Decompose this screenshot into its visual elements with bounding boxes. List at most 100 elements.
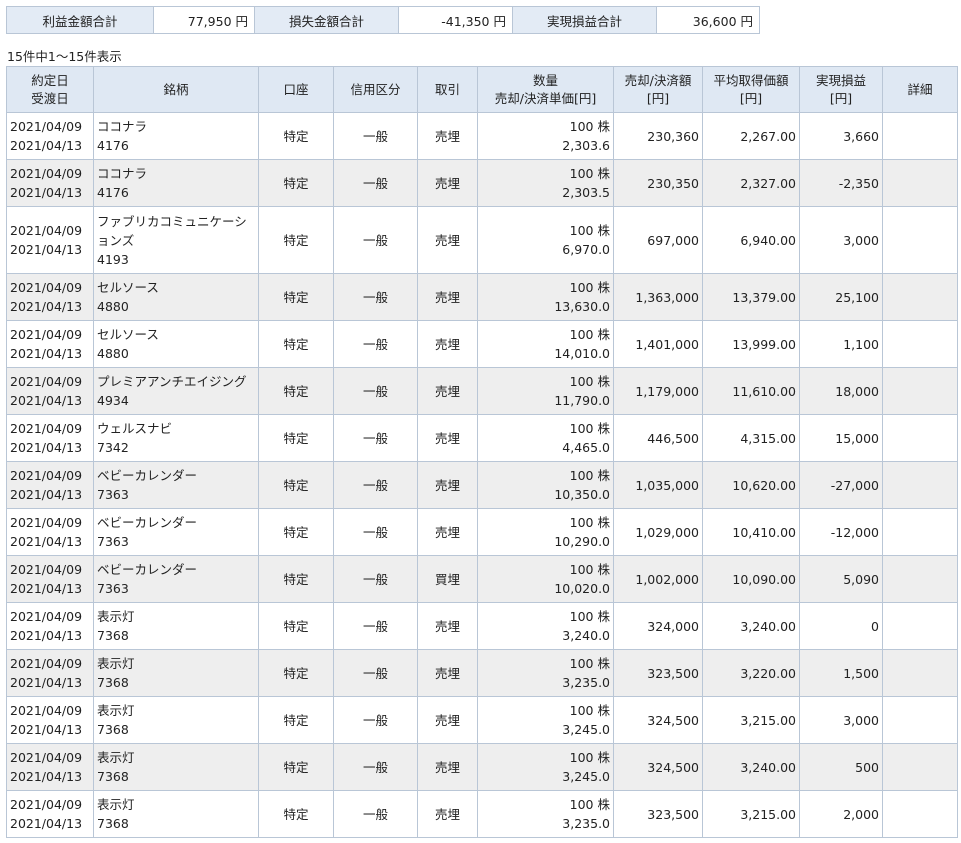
account-cell: 特定	[258, 602, 334, 650]
settle-date: 2021/04/13	[10, 487, 83, 502]
avg-cost-cell: 3,215.00	[702, 790, 800, 838]
credit-cell: 一般	[333, 743, 418, 791]
header-trade: 取引	[417, 66, 478, 113]
amount-cell: 1,002,000	[613, 555, 703, 603]
settle-date: 2021/04/13	[10, 299, 83, 314]
settle-date: 2021/04/13	[10, 722, 83, 737]
header-credit: 信用区分	[333, 66, 418, 113]
trade-cell: 売埋	[417, 112, 478, 160]
avg-cost-cell: 11,610.00	[702, 367, 800, 415]
unit-price: 3,240.0	[562, 628, 610, 643]
stock-cell: 表示灯 7368	[93, 649, 259, 697]
quantity: 100 株	[569, 119, 610, 134]
avg-cost-cell: 3,240.00	[702, 602, 800, 650]
date-cell: 2021/04/09 2021/04/13	[6, 743, 94, 791]
unit-price: 10,350.0	[554, 487, 610, 502]
header-detail: 詳細	[882, 66, 958, 113]
credit-cell: 一般	[333, 367, 418, 415]
detail-cell	[882, 555, 958, 603]
table-row: 2021/04/09 2021/04/13 表示灯 7368 特定 一般 売埋 100 株 3,…	[6, 696, 958, 744]
table-row: 2021/04/09 2021/04/13 ベビーカレンダー 7363 特定 一般 売埋 10…	[6, 461, 958, 509]
quantity-cell: 100 株 2,303.5	[477, 159, 614, 207]
stock-cell: ココナラ 4176	[93, 112, 259, 160]
realized-pl-cell: 15,000	[799, 414, 883, 462]
stock-code: 7363	[97, 487, 129, 502]
quantity-cell: 100 株 3,235.0	[477, 649, 614, 697]
date-cell: 2021/04/09 2021/04/13	[6, 649, 94, 697]
settle-date: 2021/04/13	[10, 242, 83, 257]
detail-cell	[882, 790, 958, 838]
amount-cell: 1,401,000	[613, 320, 703, 368]
loss-total-label: 損失金額合計	[254, 6, 399, 34]
credit-cell: 一般	[333, 508, 418, 556]
table-row: 2021/04/09 2021/04/13 ココナラ 4176 特定 一般 売埋 100 株2…	[6, 112, 958, 160]
date-cell: 2021/04/09 2021/04/13	[6, 508, 94, 556]
detail-cell	[882, 461, 958, 509]
amount-cell: 1,029,000	[613, 508, 703, 556]
result-count: 15件中1～15件表示	[7, 49, 122, 64]
avg-cost-cell: 10,410.00	[702, 508, 800, 556]
realized-pl-cell: 3,000	[799, 696, 883, 744]
trade-cell: 売埋	[417, 414, 478, 462]
avg-cost-cell: 2,327.00	[702, 159, 800, 207]
avg-cost-cell: 6,940.00	[702, 206, 800, 274]
unit-price: 2,303.6	[562, 138, 610, 153]
stock-code: 7368	[97, 675, 129, 690]
account-cell: 特定	[258, 273, 334, 321]
trade-cell: 売埋	[417, 508, 478, 556]
stock-code: 7342	[97, 440, 129, 455]
stock-cell: ココナラ 4176	[93, 159, 259, 207]
settle-date: 2021/04/13	[10, 628, 83, 643]
detail-cell	[882, 508, 958, 556]
amount-cell: 1,179,000	[613, 367, 703, 415]
stock-name: ベビーカレンダー	[97, 562, 198, 577]
header-account: 口座	[258, 66, 334, 113]
stock-name: ベビーカレンダー	[97, 468, 198, 483]
trade-cell: 売埋	[417, 743, 478, 791]
account-cell: 特定	[258, 790, 334, 838]
exec-date: 2021/04/09	[10, 327, 83, 342]
account-cell: 特定	[258, 112, 334, 160]
date-cell: 2021/04/09 2021/04/13	[6, 206, 94, 274]
header-realized-pl: 実現損益 [円]	[799, 66, 883, 113]
exec-date: 2021/04/09	[10, 562, 83, 577]
quantity: 100 株	[569, 280, 610, 295]
settle-date: 2021/04/13	[10, 185, 83, 200]
stock-name: セルソース	[97, 280, 159, 295]
header-amount: 売却/決済額 [円]	[613, 66, 703, 113]
stock-cell: ファブリカコミュニケーションズ 4193	[93, 206, 259, 274]
stock-code: 4176	[97, 185, 129, 200]
table-row: 2021/04/09 2021/04/13 表示灯 7368 特定 一般 売埋 100 株 3,…	[6, 602, 958, 650]
amount-cell: 1,035,000	[613, 461, 703, 509]
settle-date: 2021/04/13	[10, 440, 83, 455]
stock-name: ココナラ	[97, 166, 148, 181]
unit-price: 3,245.0	[562, 769, 610, 784]
amount-cell: 1,363,000	[613, 273, 703, 321]
stock-code: 7363	[97, 581, 129, 596]
quantity-cell: 100 株 3,235.0	[477, 790, 614, 838]
amount-cell: 697,000	[613, 206, 703, 274]
exec-date: 2021/04/09	[10, 750, 83, 765]
credit-cell: 一般	[333, 159, 418, 207]
credit-cell: 一般	[333, 602, 418, 650]
detail-cell	[882, 320, 958, 368]
date-cell: 2021/04/09 2021/04/13	[6, 273, 94, 321]
stock-code: 4880	[97, 346, 129, 361]
quantity: 100 株	[569, 797, 610, 812]
date-cell: 2021/04/09 2021/04/13	[6, 790, 94, 838]
unit-price: 3,235.0	[562, 675, 610, 690]
header-dates: 約定日 受渡日	[6, 66, 94, 113]
quantity-cell: 100 株 3,240.0	[477, 602, 614, 650]
unit-price: 3,235.0	[562, 816, 610, 831]
amount-cell: 230,360	[613, 112, 703, 160]
realized-pl-cell: 18,000	[799, 367, 883, 415]
table-row: 2021/04/09 2021/04/13 ココナラ 4176 特定 一般 売埋 100 株2…	[6, 159, 958, 207]
trade-cell: 売埋	[417, 206, 478, 274]
account-cell: 特定	[258, 414, 334, 462]
stock-name: 表示灯	[97, 609, 135, 624]
unit-price: 6,970.0	[562, 242, 610, 257]
account-cell: 特定	[258, 696, 334, 744]
trade-cell: 売埋	[417, 367, 478, 415]
detail-cell	[882, 112, 958, 160]
stock-name: ウェルスナビ	[97, 421, 173, 436]
